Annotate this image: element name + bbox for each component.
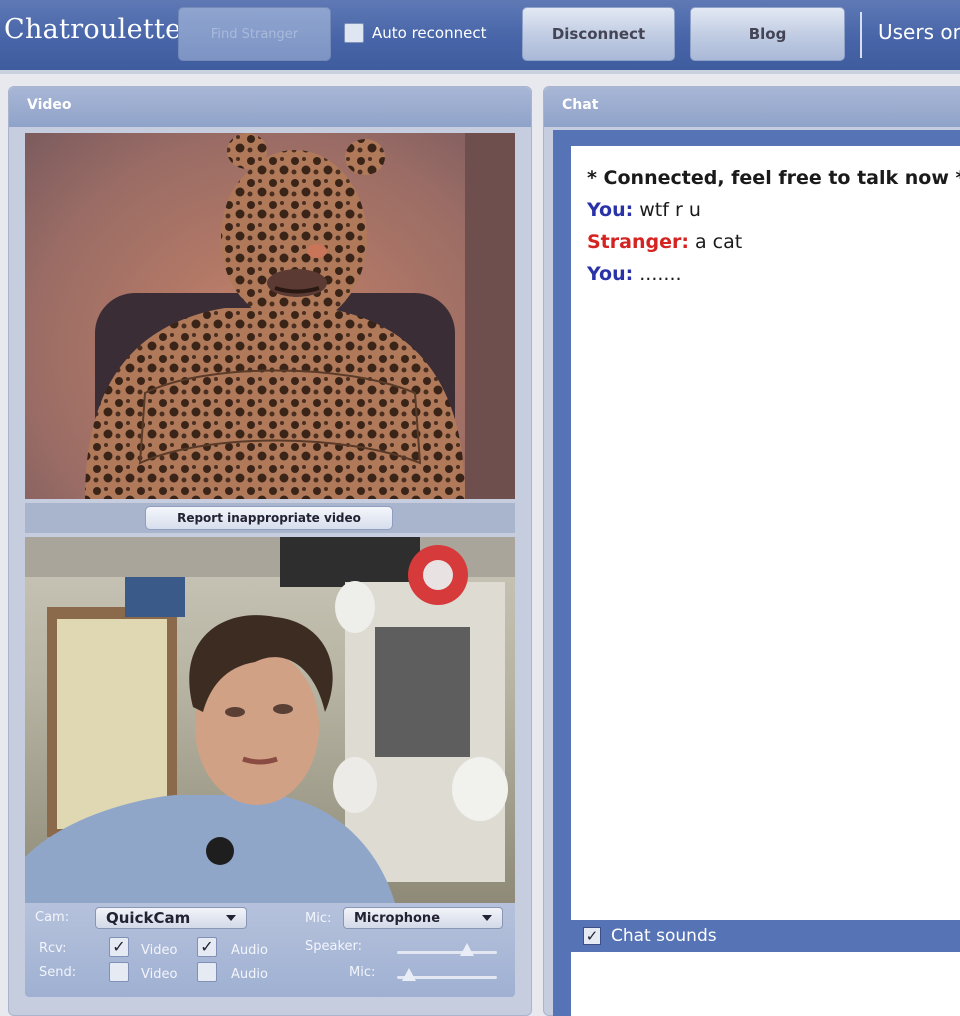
users-online-label: Users on [878,20,960,44]
rcv-video-label: Video [141,943,178,958]
stranger-video [25,133,515,499]
cam-select[interactable]: QuickCam [95,907,247,929]
send-video-label: Video [141,967,178,982]
mic-slider[interactable] [397,968,497,981]
check-icon: ✓ [585,927,599,945]
mic-slider-label: Mic: [349,965,376,980]
chat-sounds-checkbox[interactable]: ✓ [583,927,601,945]
message-text: wtf r u [639,199,701,221]
auto-reconnect-toggle[interactable]: Auto reconnect [344,23,486,43]
send-audio-label: Audio [231,967,268,982]
rcv-label: Rcv: [39,941,67,956]
logo[interactable]: Chatroulette [4,14,181,45]
rcv-audio-label: Audio [231,943,268,958]
message-speaker-you: You: [587,263,634,285]
message-system: * Connected, feel free to talk now * [587,162,960,194]
message-you: You: ....... [587,258,960,290]
mic-label: Mic: [305,911,332,926]
mic-slider-thumb[interactable] [402,968,416,981]
chat-panel-title: Chat [562,97,599,113]
message-you: You: wtf r u [587,194,960,226]
top-bar: Chatroulette Find Stranger Auto reconnec… [0,0,960,74]
chat-input[interactable] [571,952,960,1016]
rcv-video-checkbox[interactable]: ✓ [109,937,129,957]
message-speaker-you: You: [587,199,634,221]
mic-select-value: Microphone [354,910,441,926]
message-speaker-stranger: Stranger: [587,231,689,253]
mic-select[interactable]: Microphone [343,907,503,929]
self-video [25,537,515,903]
chevron-down-icon [226,915,236,921]
system-message-text: * Connected, feel free to talk now * [587,167,960,189]
video-panel-header: Video [9,87,531,127]
check-icon: ✓ [112,937,126,956]
speaker-slider-thumb[interactable] [460,943,474,956]
check-icon: ✓ [200,937,214,956]
report-row: Report inappropriate video [25,503,515,533]
blog-button[interactable]: Blog [690,7,845,61]
video-panel-title: Video [27,97,72,113]
chat-sounds-label: Chat sounds [611,926,717,946]
divider [860,12,862,58]
find-stranger-button[interactable]: Find Stranger [178,7,331,61]
auto-reconnect-checkbox[interactable] [344,23,364,43]
media-controls: Cam: QuickCam Mic: Microphone Rcv: ✓ Vid… [25,903,515,997]
message-text: a cat [695,231,743,253]
send-label: Send: [39,965,77,980]
chevron-down-icon [482,915,492,921]
rcv-audio-checkbox[interactable]: ✓ [197,937,217,957]
send-audio-checkbox[interactable] [197,962,217,982]
cam-select-value: QuickCam [106,909,191,927]
auto-reconnect-label: Auto reconnect [372,24,487,42]
speaker-slider[interactable] [397,943,497,956]
message-list: * Connected, feel free to talk now * You… [587,162,960,290]
stranger-video-image [85,133,515,499]
disconnect-button[interactable]: Disconnect [522,7,675,61]
chat-sounds-toggle[interactable]: ✓ Chat sounds [571,920,960,952]
message-text: ....... [639,263,682,285]
report-video-button[interactable]: Report inappropriate video [145,506,393,530]
self-video-image [25,537,515,903]
chat-panel-header: Chat [544,87,960,127]
message-stranger: Stranger: a cat [587,226,960,258]
cam-label: Cam: [35,910,70,925]
speaker-label: Speaker: [305,939,363,954]
send-video-checkbox[interactable] [109,962,129,982]
video-panel: Video Report inappropriate video Cam: Qu… [8,86,532,1016]
chat-log: * Connected, feel free to talk now * You… [571,146,960,930]
